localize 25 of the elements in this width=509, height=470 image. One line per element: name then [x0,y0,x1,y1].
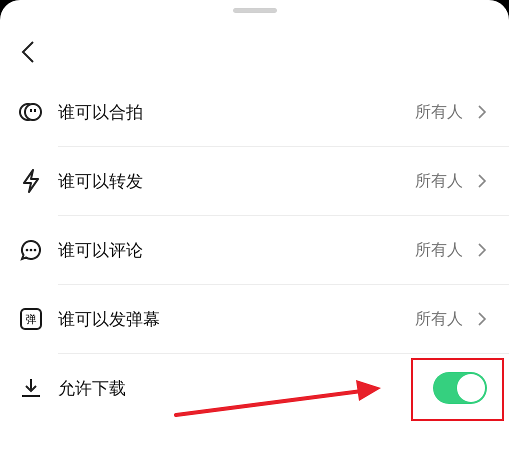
setting-label: 谁可以评论 [58,240,143,262]
setting-row[interactable]: 谁可以评论 所有人 [58,216,509,285]
download-icon [21,378,41,398]
back-icon [20,40,36,64]
chevron-icon [477,173,487,189]
setting-value: 所有人 [415,308,463,330]
chevron-icon [477,104,487,120]
toggle-switch[interactable] [433,372,487,404]
chevron-icon [477,242,487,258]
comment-icon [20,239,42,261]
setting-label: 允许下载 [58,378,126,400]
back-button[interactable] [20,40,36,64]
setting-label: 谁可以合拍 [58,102,143,124]
setting-label: 谁可以转发 [58,170,143,192]
duet-icon [19,101,43,123]
setting-value: 所有人 [415,170,463,192]
setting-value: 所有人 [415,240,463,260]
setting-label: 谁可以发弹幕 [58,308,160,330]
bullet-comment-icon: 弹 [20,308,42,330]
setting-row[interactable]: 谁可以转发 所有人 [58,147,509,216]
drag-handle[interactable] [232,8,276,13]
setting-row[interactable]: 谁可以合拍 所有人 [58,78,509,147]
chevron-icon [477,311,487,327]
lightning-icon [22,169,40,193]
setting-value: 所有人 [415,102,463,122]
